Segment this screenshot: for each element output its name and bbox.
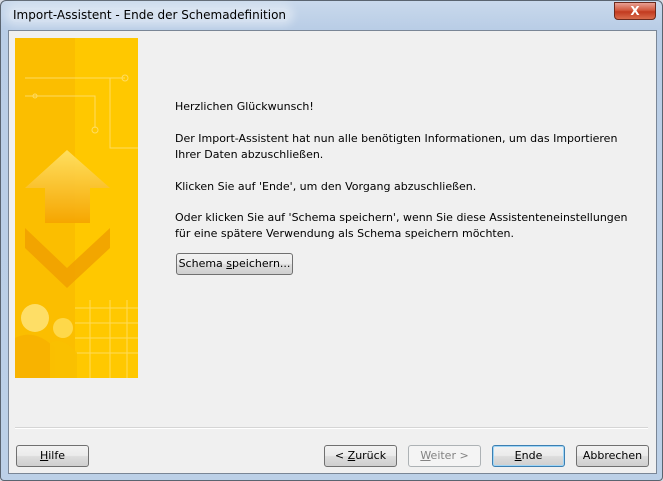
wizard-client-area: Herzlichen Glückwunsch! Der Import-Assis…: [8, 30, 657, 474]
wizard-banner-image: [15, 38, 138, 378]
mnemonic: E: [514, 449, 522, 462]
mnemonic: H: [39, 449, 49, 462]
finish-button[interactable]: Ende: [492, 445, 565, 467]
label-part: Schema: [178, 257, 227, 270]
banner-graphic: [15, 38, 138, 378]
close-icon: X: [630, 4, 640, 18]
mnemonic: W: [420, 449, 431, 462]
label-part: nde: [521, 449, 543, 462]
window-title: Import-Assistent - Ende der Schemadefini…: [9, 8, 291, 22]
save-schema-hint-text: Oder klicken Sie auf 'Schema speichern',…: [175, 211, 628, 240]
label-part: ilfe: [48, 449, 66, 462]
title-bar[interactable]: Import-Assistent - Ende der Schemadefini…: [1, 1, 662, 31]
label-part: Abbrechen: [582, 449, 643, 462]
save-schema-button[interactable]: Schema speichern...: [176, 253, 293, 275]
label-part: <: [334, 449, 348, 462]
close-button[interactable]: X: [614, 2, 656, 20]
help-button[interactable]: Hilfe: [16, 445, 89, 467]
info-text: Der Import-Assistent hat nun alle benöti…: [175, 132, 618, 161]
label-part: eiter >: [430, 449, 469, 462]
next-button[interactable]: Weiter >: [408, 445, 481, 467]
label-part: urück: [355, 449, 387, 462]
greeting-text: Herzlichen Glückwunsch!: [175, 100, 314, 113]
back-button[interactable]: < Zurück: [324, 445, 397, 467]
cancel-button[interactable]: Abbrechen: [576, 445, 649, 467]
label-part: peichern...: [232, 257, 291, 270]
finish-hint-text: Klicken Sie auf 'Ende', um den Vorgang a…: [175, 180, 477, 193]
footer-separator: [15, 427, 648, 429]
import-wizard-window: Import-Assistent - Ende der Schemadefini…: [0, 0, 663, 481]
